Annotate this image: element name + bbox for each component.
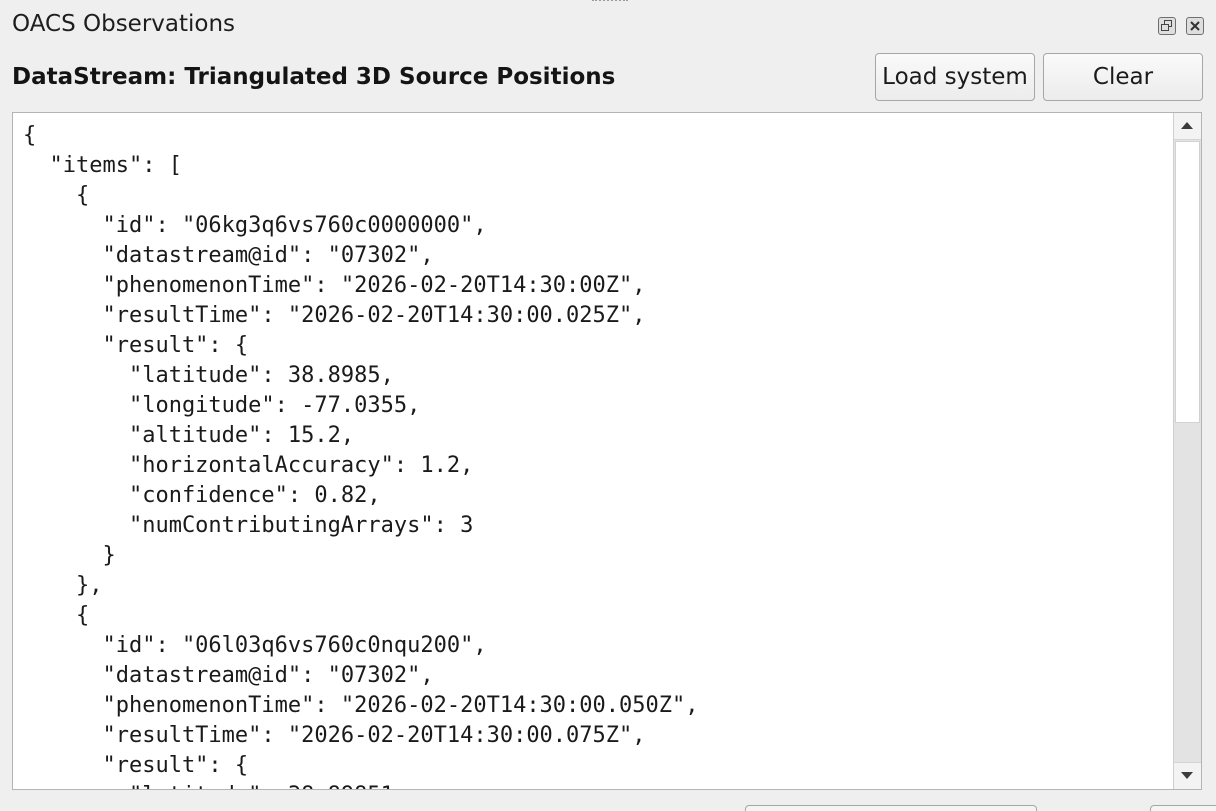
scrollbar-thumb[interactable] [1175,141,1200,423]
title-bar: OACS Observations [0,0,1216,52]
json-output-editor[interactable]: { "items": [ { "id": "06kg3q6vs760c00000… [12,112,1202,790]
footer-button-partial[interactable] [1150,805,1216,811]
clear-button[interactable]: Clear [1043,53,1203,101]
oacs-observations-panel: OACS Observations DataStream: Triangulat… [0,0,1216,811]
arrow-up-icon[interactable] [1174,113,1201,140]
close-icon[interactable] [1186,17,1204,35]
arrow-down-icon[interactable] [1174,762,1201,789]
vertical-scrollbar[interactable] [1173,113,1201,789]
panel-title: OACS Observations [12,11,236,37]
json-content[interactable]: { "items": [ { "id": "06kg3q6vs760c00000… [23,121,699,789]
datastream-label: DataStream: Triangulated 3D Source Posit… [12,64,616,90]
float-icon[interactable] [1158,17,1176,35]
datastream-header: DataStream: Triangulated 3D Source Posit… [0,52,1216,108]
footer-button-partial[interactable] [745,805,1037,811]
load-system-button[interactable]: Load system [875,53,1035,101]
